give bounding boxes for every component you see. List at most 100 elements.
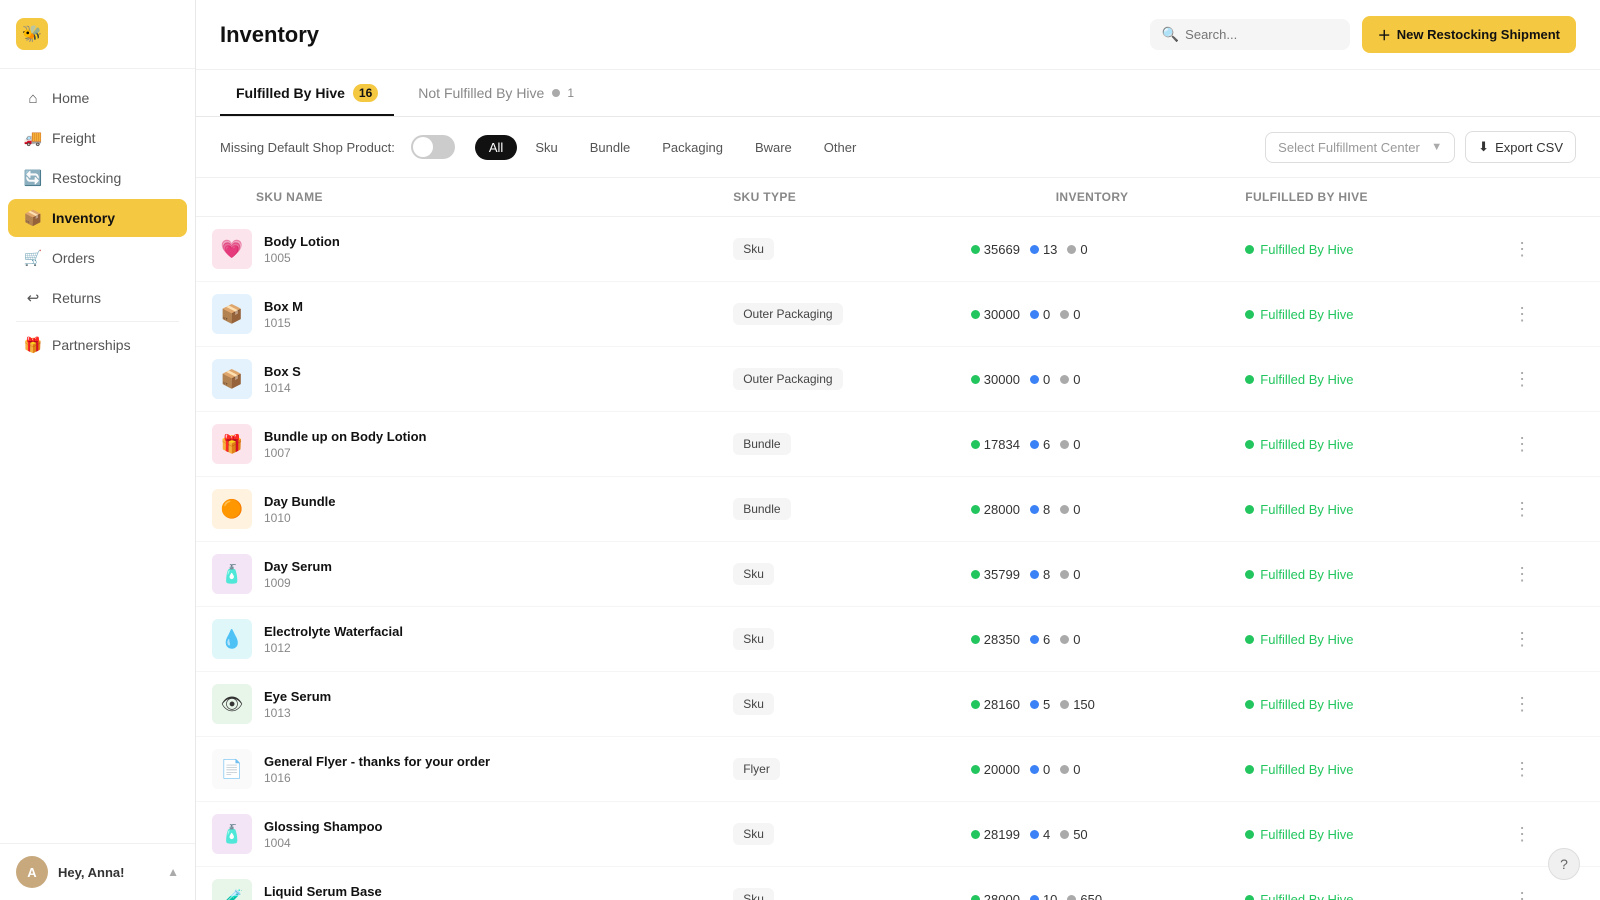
inventory-gray-count: 0 [1060,567,1080,582]
sidebar-item-freight[interactable]: 🚚 Freight [8,119,187,157]
row-more-button[interactable]: ⋮ [1505,430,1539,459]
product-thumbnail: 🧴 [212,554,252,594]
green-dot [971,375,980,384]
product-thumbnail: 🧪 [212,879,252,900]
search-box[interactable]: 🔍 [1150,19,1350,50]
product-sku-id: 1016 [264,771,490,785]
missing-product-toggle[interactable] [411,135,455,159]
filter-pill-all[interactable]: All [475,135,517,160]
table-header-row: SKU Name SKU Type Inventory Fulfilled by… [196,178,1600,217]
sidebar-item-returns-label: Returns [52,290,101,306]
fulfilled-dot [1245,830,1254,839]
row-more-button[interactable]: ⋮ [1505,755,1539,784]
sidebar-nav: ⌂ Home 🚚 Freight 🔄 Restocking 📦 Inventor… [0,69,195,843]
table-row[interactable]: 👁 Eye Serum 1013 Sku 28160 5 150 [196,672,1600,737]
row-more-button[interactable]: ⋮ [1505,625,1539,654]
inventory-cell-8: 20000 0 0 [955,737,1229,802]
fulfilled-cell-7: Fulfilled By Hive [1229,672,1489,737]
row-more-button[interactable]: ⋮ [1505,495,1539,524]
user-menu[interactable]: A Hey, Anna! ▲ [0,843,195,900]
fulfilled-cell-0: Fulfilled By Hive [1229,217,1489,282]
inventory-cell-0: 35669 13 0 [955,217,1229,282]
actions-cell-7: ⋮ [1489,672,1600,737]
inventory-green-count: 20000 [971,762,1020,777]
table-row[interactable]: 📦 Box S 1014 Outer Packaging 30000 0 0 [196,347,1600,412]
table-row[interactable]: 🧴 Glossing Shampoo 1004 Sku 28199 4 50 [196,802,1600,867]
blue-dot [1030,570,1039,579]
row-more-button[interactable]: ⋮ [1505,885,1539,900]
returns-icon: ↩ [24,289,42,307]
sidebar-item-inventory[interactable]: 📦 Inventory [8,199,187,237]
inventory-green-count: 35799 [971,567,1020,582]
filter-pill-bundle[interactable]: Bundle [576,135,644,160]
row-more-button[interactable]: ⋮ [1505,690,1539,719]
row-more-button[interactable]: ⋮ [1505,235,1539,264]
sidebar-item-home[interactable]: ⌂ Home [8,79,187,117]
tab-fulfilled-by-hive[interactable]: Fulfilled By Hive 16 [220,70,394,116]
table-row[interactable]: 📄 General Flyer - thanks for your order … [196,737,1600,802]
inventory-blue-count: 5 [1030,697,1050,712]
sidebar-item-partnerships[interactable]: 🎁 Partnerships [8,326,187,364]
table-row[interactable]: 🧴 Day Serum 1009 Sku 35799 8 0 [196,542,1600,607]
sku-type-cell-2: Outer Packaging [717,347,955,412]
tab-dot [552,89,560,97]
fulfilled-status: Fulfilled By Hive [1260,502,1353,517]
filter-pill-sku[interactable]: Sku [521,135,571,160]
search-input[interactable] [1185,27,1338,42]
inventory-blue-count: 6 [1030,632,1050,647]
col-inventory: Inventory [955,178,1229,217]
table-row[interactable]: 💗 Body Lotion 1005 Sku 35669 13 0 [196,217,1600,282]
sku-type-badge: Outer Packaging [733,368,842,390]
filter-pill-packaging[interactable]: Packaging [648,135,737,160]
filter-pill-other[interactable]: Other [810,135,871,160]
inventory-gray-count: 0 [1060,437,1080,452]
sku-type-cell-5: Sku [717,542,955,607]
product-cell-3: 🎁 Bundle up on Body Lotion 1007 [196,412,717,477]
fulfillment-center-select[interactable]: Select Fulfillment Center ▼ [1265,132,1455,163]
blue-dot [1030,765,1039,774]
green-dot [971,895,980,900]
green-dot [971,765,980,774]
new-shipment-label: New Restocking Shipment [1397,27,1560,42]
product-cell-6: 💧 Electrolyte Waterfacial 1012 [196,607,717,672]
inventory-cell-6: 28350 6 0 [955,607,1229,672]
fulfilled-dot [1245,895,1254,900]
help-button[interactable]: ? [1548,848,1580,880]
sku-type-badge: Sku [733,628,774,650]
table-row[interactable]: 🧪 Liquid Serum Base 1008 Sku 28000 10 65… [196,867,1600,900]
table-row[interactable]: 📦 Box M 1015 Outer Packaging 30000 0 0 [196,282,1600,347]
sidebar-item-orders[interactable]: 🛒 Orders [8,239,187,277]
blue-dot [1030,505,1039,514]
sidebar-item-orders-label: Orders [52,250,95,266]
fulfilled-cell-3: Fulfilled By Hive [1229,412,1489,477]
new-shipment-button[interactable]: ＋ New Restocking Shipment [1362,16,1576,53]
product-cell-4: 🟠 Day Bundle 1010 [196,477,717,542]
page-title: Inventory [220,22,319,48]
row-more-button[interactable]: ⋮ [1505,365,1539,394]
fulfilled-status: Fulfilled By Hive [1260,892,1353,900]
sku-type-cell-10: Sku [717,867,955,900]
sidebar-item-returns[interactable]: ↩ Returns [8,279,187,317]
fulfilled-dot [1245,765,1254,774]
actions-cell-5: ⋮ [1489,542,1600,607]
table-row[interactable]: 🎁 Bundle up on Body Lotion 1007 Bundle 1… [196,412,1600,477]
product-sku-id: 1014 [264,381,301,395]
product-sku-id: 1013 [264,706,331,720]
fulfilled-status: Fulfilled By Hive [1260,827,1353,842]
filter-right-actions: Select Fulfillment Center ▼ ⬇ Export CSV [1265,131,1576,163]
sidebar-item-restocking[interactable]: 🔄 Restocking [8,159,187,197]
row-more-button[interactable]: ⋮ [1505,820,1539,849]
hive-logo-icon: 🐝 [16,18,48,50]
row-more-button[interactable]: ⋮ [1505,300,1539,329]
export-csv-button[interactable]: ⬇ Export CSV [1465,131,1576,163]
export-icon: ⬇ [1478,139,1489,155]
table-row[interactable]: 💧 Electrolyte Waterfacial 1012 Sku 28350… [196,607,1600,672]
product-thumbnail: 💧 [212,619,252,659]
table-row[interactable]: 🟠 Day Bundle 1010 Bundle 28000 8 0 [196,477,1600,542]
row-more-button[interactable]: ⋮ [1505,560,1539,589]
restocking-icon: 🔄 [24,169,42,187]
filter-pill-bware[interactable]: Bware [741,135,806,160]
user-name: Hey, Anna! [58,865,124,880]
tab-not-fulfilled-by-hive[interactable]: Not Fulfilled By Hive 1 [402,71,590,115]
fulfilled-status: Fulfilled By Hive [1260,632,1353,647]
